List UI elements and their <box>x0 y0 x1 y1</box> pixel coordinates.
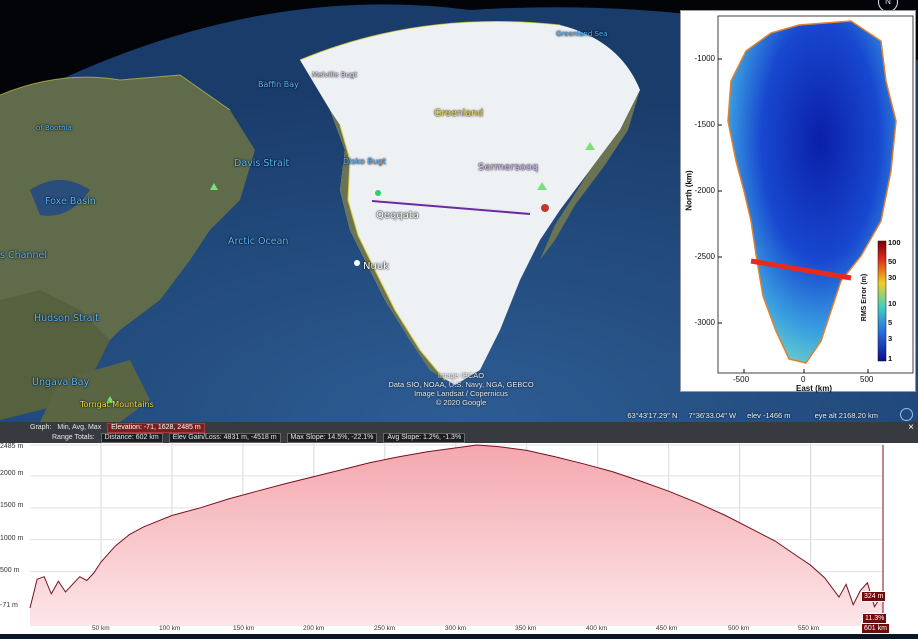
x-axis-label: 400 km <box>586 625 608 632</box>
attribution-line: Image IBCAO <box>437 371 485 380</box>
attribution-line: Image Landsat / Copernicus <box>414 389 508 398</box>
inset-x-tick: 0 <box>801 375 806 384</box>
longitude-readout: 7°36'33.04" W <box>688 411 737 420</box>
colorbar-label: RMS Error (m) <box>861 273 869 322</box>
avg-slope-stat: Avg Slope: 1.2%, -1.3% <box>383 433 466 443</box>
label-sermersooq: Sermersooq <box>478 162 539 173</box>
y-axis-label: -71 m <box>0 602 18 609</box>
label-baffin-bay: Baffin Bay <box>258 80 299 89</box>
distance-stat: Distance: 602 km <box>100 433 163 443</box>
range-totals-label: Range Totals: <box>52 434 95 441</box>
label-nuuk: Nuuk <box>363 261 389 272</box>
navigation-ring-icon[interactable] <box>900 408 913 421</box>
gain-loss-stat: Elev Gain/Loss: 4831 m, -4518 m <box>168 433 281 443</box>
x-axis-label: 350 km <box>515 625 537 632</box>
elevation-stats: Elevation: -71, 1628, 2485 m <box>107 423 205 433</box>
label-greenland-sea: Greenland Sea <box>556 30 608 38</box>
y-axis-label: 2485 m <box>0 443 24 450</box>
label-melville-bugt: Melville Bugt <box>312 71 358 79</box>
close-profile-button[interactable]: × <box>908 422 914 433</box>
y-axis-label: 500 m <box>0 567 20 574</box>
elevation-area <box>30 445 883 626</box>
x-axis-label: 450 km <box>656 625 678 632</box>
inset-y-tick: -2500 <box>694 252 715 261</box>
latitude-readout: 63°43'17.29" N <box>627 411 678 420</box>
profile-header: Graph: Min, Avg, Max Elevation: -71, 162… <box>0 422 918 443</box>
elevation-profile-plot[interactable] <box>0 443 918 634</box>
inset-y-axis-label: North (km) <box>684 170 694 211</box>
status-bar: 63°43'17.29" N 7°36'33.04" W elev -1466 … <box>618 411 878 420</box>
label-hudson-strait: Hudson Strait <box>34 313 99 324</box>
graph-label: Graph: <box>30 424 52 431</box>
inset-x-tick: 500 <box>860 375 874 384</box>
colorbar-tick: 5 <box>888 318 893 327</box>
max-slope-stat: Max Slope: 14.5%, -22.1% <box>286 433 378 443</box>
inset-y-tick: -3000 <box>694 318 715 327</box>
y-axis-label: 1500 m <box>0 502 24 509</box>
attribution-line: © 2020 Google <box>435 398 487 407</box>
label-qeqqata: Qeqqata <box>376 210 419 221</box>
colorbar-tick: 50 <box>888 257 897 266</box>
eye-altitude-readout: eye alt 2168.20 km <box>814 411 878 420</box>
elevation-chart[interactable]: 2485 m 2000 m 1500 m 1000 m 500 m -71 m … <box>0 443 918 634</box>
y-axis-label: 1000 m <box>0 535 24 542</box>
colorbar-tick: 3 <box>888 334 893 343</box>
map-attribution: Image IBCAO Data SIO, NOAA, U.S. Navy, N… <box>376 371 546 407</box>
x-axis-label: 550 km <box>798 625 820 632</box>
y-axis-label: 2000 m <box>0 470 24 477</box>
elevation-profile-panel[interactable]: Graph: Min, Avg, Max Elevation: -71, 162… <box>0 422 918 634</box>
colorbar-tick: 10 <box>888 299 897 308</box>
x-axis-label: 500 km <box>728 625 750 632</box>
label-greenland: Greenland <box>434 108 484 119</box>
colorbar-tick: 100 <box>888 238 901 247</box>
label-disko-bugt: Disko Bugt <box>343 157 387 166</box>
label-ungava-bay: Ungava Bay <box>32 377 90 388</box>
x-axis-label: 150 km <box>233 625 255 632</box>
colorbar-tick: 30 <box>888 273 897 282</box>
rms-error-inset-map: -1000 -1500 -2000 -2500 -3000 -500 0 500… <box>680 10 916 393</box>
x-axis-label: 250 km <box>374 625 396 632</box>
label-davis-strait: Davis Strait <box>234 158 290 169</box>
marker-distance-tag: 601 km <box>861 623 890 634</box>
globe-view[interactable]: Greenland Sermersooq Qeqqata Nuuk Baffin… <box>0 0 918 422</box>
inset-plot <box>717 15 914 374</box>
x-axis-label: 300 km <box>445 625 467 632</box>
x-axis-label: 50 km <box>92 625 110 632</box>
colorbar-tick: 1 <box>888 354 893 363</box>
label-arctic-ocean: Arctic Ocean <box>228 236 289 247</box>
label-channel: s Channel <box>0 250 47 261</box>
x-axis-label: 100 km <box>159 625 181 632</box>
inset-x-tick: -500 <box>733 375 750 384</box>
label-gulf-of-boothia: of Boothia <box>36 124 72 132</box>
inset-y-tick: -1000 <box>694 54 715 63</box>
label-foxe-basin: Foxe Basin <box>45 196 96 207</box>
x-axis-label: 200 km <box>303 625 325 632</box>
inset-y-tick: -1500 <box>694 120 715 129</box>
label-torngat-mountains: Torngat Mountains <box>80 400 154 409</box>
inset-x-axis-label: East (km) <box>796 384 833 393</box>
elevation-readout: elev -1466 m <box>747 411 791 420</box>
attribution-line: Data SIO, NOAA, U.S. Navy, NGA, GEBCO <box>388 380 534 389</box>
graph-options[interactable]: Min, Avg, Max <box>57 424 101 431</box>
marker-elevation-tag: 324 m <box>861 591 887 602</box>
